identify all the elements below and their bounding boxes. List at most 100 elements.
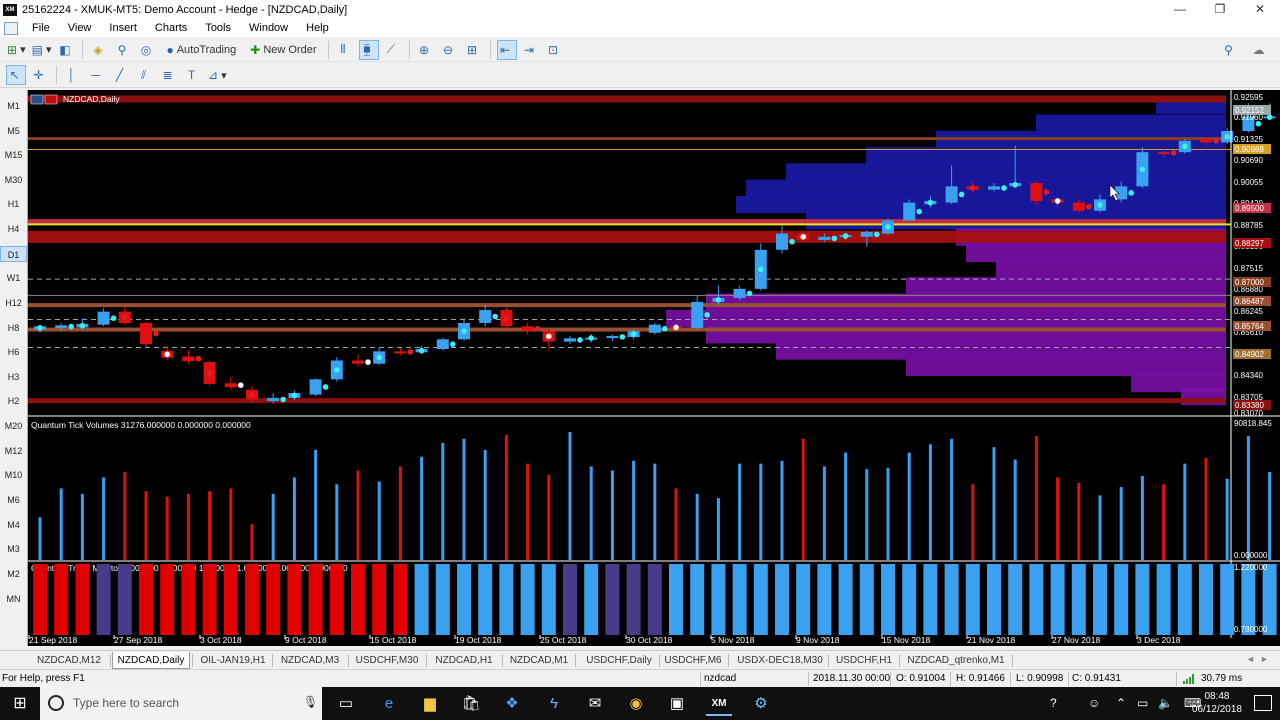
photos-icon[interactable]: ▣: [664, 691, 690, 716]
network-icon[interactable]: ▭: [1137, 687, 1148, 720]
dropbox-icon[interactable]: ❖: [499, 691, 525, 716]
close-icon[interactable]: ✕: [1240, 0, 1280, 19]
new-chart-icon[interactable]: ⊞ ▾: [6, 40, 27, 60]
menu-window[interactable]: Window: [240, 22, 297, 34]
menu-insert[interactable]: Insert: [100, 22, 146, 34]
volume-bar: [1056, 477, 1060, 560]
timeframe-h2[interactable]: H2: [0, 393, 27, 409]
mail-icon[interactable]: ✉: [582, 691, 608, 716]
taskbar-search[interactable]: Type here to search 🎙: [40, 687, 322, 720]
document-icon[interactable]: [4, 21, 18, 35]
strategy-tester-icon[interactable]: ◎: [137, 40, 157, 60]
app-bolt-icon[interactable]: ϟ: [541, 691, 567, 716]
tab-usdchf-m30[interactable]: USDCHF,M30: [350, 652, 424, 669]
fibonacci-icon[interactable]: ≣: [159, 65, 179, 85]
timeframe-m30[interactable]: M30: [0, 172, 27, 188]
data-window-icon[interactable]: ◈: [89, 40, 109, 60]
menu-file[interactable]: File: [23, 22, 59, 34]
timeframe-m4[interactable]: M4: [0, 517, 27, 533]
menu-charts[interactable]: Charts: [146, 22, 196, 34]
tabs-scroll-right-icon[interactable]: ►: [1260, 654, 1269, 664]
autotrading-button[interactable]: ● AutoTrading: [161, 40, 241, 60]
tab-nzdcad-m12[interactable]: NZDCAD,M12: [30, 652, 108, 669]
line-chart-icon[interactable]: ⟋: [383, 40, 403, 60]
trend-bar: [329, 564, 344, 635]
tab-nzdcad-m1[interactable]: NZDCAD,M1: [505, 652, 573, 669]
timeframe-m15[interactable]: M15: [0, 147, 27, 163]
taskbar-clock[interactable]: 08:48 06/12/2018: [1192, 690, 1242, 716]
shapes-icon[interactable]: ⊿ ▾: [207, 65, 228, 85]
menu-view[interactable]: View: [59, 22, 101, 34]
tab-nzdcad-daily[interactable]: NZDCAD,Daily: [112, 652, 190, 669]
search-icon[interactable]: ⚲: [1220, 40, 1240, 60]
tab-usdchf-m6[interactable]: USDCHF,M6: [660, 652, 726, 669]
people-icon[interactable]: ☺: [1088, 687, 1100, 720]
toolbar-separator: [327, 40, 329, 59]
timeframe-m3[interactable]: M3: [0, 541, 27, 557]
timeframe-h1[interactable]: H1: [0, 196, 27, 212]
tabs-scroll-left-icon[interactable]: ◄: [1246, 654, 1255, 664]
timeframe-m1[interactable]: M1: [0, 98, 27, 114]
tab-usdchf-daily[interactable]: USDCHF,Daily: [581, 652, 657, 669]
chrome-icon[interactable]: ◉: [623, 691, 649, 716]
timeframe-m12[interactable]: M12: [0, 443, 27, 459]
windows-start-icon[interactable]: ⊞: [0, 687, 40, 720]
candlestick-chart-icon[interactable]: ⧯: [358, 39, 379, 60]
notifications-icon[interactable]: [1254, 695, 1272, 711]
tab-nzdcad-qtrenko-m1[interactable]: NZDCAD_qtrenko,M1: [902, 652, 1010, 669]
menu-tools[interactable]: Tools: [196, 22, 240, 34]
timeframe-h3[interactable]: H3: [0, 369, 27, 385]
timeframe-mn[interactable]: MN: [0, 591, 27, 607]
microphone-icon[interactable]: 🎙: [303, 695, 318, 709]
settings-app-icon[interactable]: ⚙: [748, 691, 774, 716]
tab-usdx-dec18-m30[interactable]: USDX-DEC18,M30: [734, 652, 826, 669]
text-tool-icon[interactable]: T: [183, 65, 203, 85]
timeframe-h6[interactable]: H6: [0, 344, 27, 360]
timeframe-m10[interactable]: M10: [0, 467, 27, 483]
edge-icon[interactable]: e: [376, 691, 402, 716]
tile-windows-icon[interactable]: ⊞: [464, 40, 484, 60]
timeframe-m20[interactable]: M20: [0, 418, 27, 434]
tray-chevron-icon[interactable]: ⌃: [1116, 687, 1126, 720]
zoom-in-icon[interactable]: ⊕: [416, 40, 436, 60]
chart-window[interactable]: 0.925950.919600.913250.906900.900550.894…: [28, 90, 1280, 646]
chart-canvas[interactable]: 0.925950.919600.913250.906900.900550.894…: [28, 90, 1280, 646]
timeframe-m2[interactable]: M2: [0, 566, 27, 582]
profiles-icon[interactable]: ▤ ▾: [31, 40, 53, 60]
bar-chart-icon[interactable]: ⫴: [335, 40, 355, 60]
tab-oil-jan19-h1[interactable]: OIL-JAN19,H1: [196, 652, 270, 669]
market-watch-icon[interactable]: ◧: [56, 40, 76, 60]
help-tray-icon[interactable]: ?: [1050, 687, 1057, 720]
timeframe-m5[interactable]: M5: [0, 123, 27, 139]
vertical-line-icon[interactable]: │: [63, 65, 83, 85]
new-order-button[interactable]: ✚ New Order: [245, 40, 321, 60]
tab-nzdcad-h1[interactable]: NZDCAD,H1: [428, 652, 500, 669]
navigator-icon[interactable]: ⚲: [113, 40, 133, 60]
chat-icon[interactable]: ☁: [1250, 40, 1270, 60]
restore-icon[interactable]: ❐: [1200, 0, 1240, 19]
zoom-out-icon[interactable]: ⊖: [440, 40, 460, 60]
channel-icon[interactable]: ⫽: [135, 65, 155, 85]
store-icon[interactable]: 🛍: [458, 691, 484, 716]
cursor-icon[interactable]: ↖: [6, 65, 26, 85]
volume-icon[interactable]: 🔈: [1158, 687, 1173, 720]
horizontal-line-icon[interactable]: ─: [87, 65, 107, 85]
tab-usdchf-h1[interactable]: USDCHF,H1: [831, 652, 897, 669]
timeframe-w1[interactable]: W1: [0, 270, 27, 286]
file-explorer-icon[interactable]: ▆: [417, 691, 443, 716]
crosshair-icon[interactable]: ✛: [30, 65, 50, 85]
xm-terminal-icon[interactable]: XM: [706, 691, 732, 716]
timeframe-h4[interactable]: H4: [0, 221, 27, 237]
autoscroll-icon[interactable]: ⇤: [496, 39, 517, 60]
timeframe-h8[interactable]: H8: [0, 320, 27, 336]
indicators-icon[interactable]: ⊡: [545, 40, 565, 60]
task-view-icon[interactable]: ▭: [333, 691, 359, 716]
tab-nzdcad-m3[interactable]: NZDCAD,M3: [274, 652, 346, 669]
timeframe-h12[interactable]: H12: [0, 295, 27, 311]
chart-shift-icon[interactable]: ⇥: [521, 40, 541, 60]
minimize-icon[interactable]: —: [1160, 0, 1200, 19]
trendline-icon[interactable]: ╱: [111, 65, 131, 85]
timeframe-m6[interactable]: M6: [0, 492, 27, 508]
timeframe-d1[interactable]: D1: [0, 246, 27, 262]
menu-help[interactable]: Help: [297, 22, 338, 34]
